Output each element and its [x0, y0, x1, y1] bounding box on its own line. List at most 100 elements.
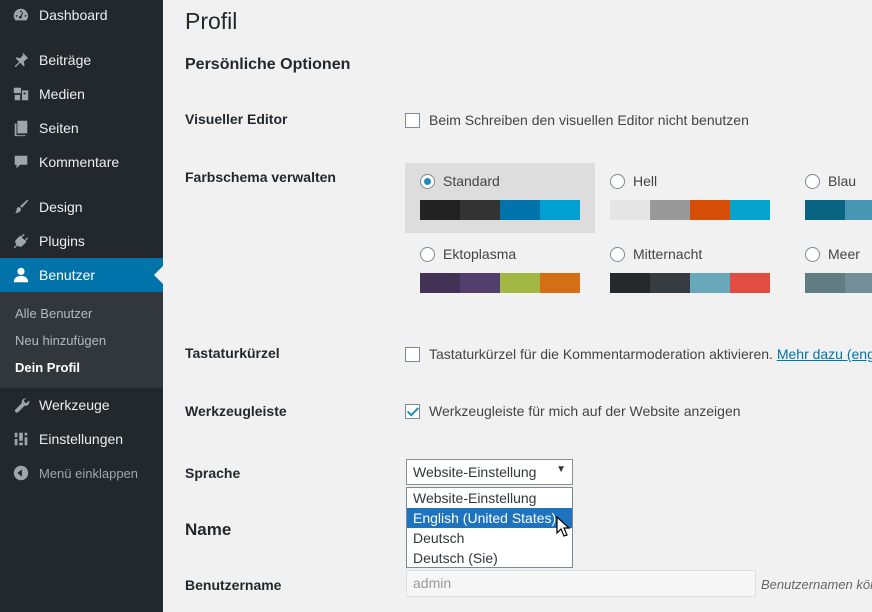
color-scheme-label: Farbschema verwalten [185, 169, 336, 185]
page-title: Profil [185, 8, 238, 34]
menu-item-tools[interactable]: Werkzeuge [0, 388, 163, 422]
plug-icon [11, 231, 31, 251]
color-swatch [845, 200, 872, 220]
user-icon [11, 265, 31, 285]
menu-item-design[interactable]: Design [0, 190, 163, 224]
keyboard-shortcuts-checkbox[interactable] [405, 346, 420, 362]
color-swatch [500, 200, 540, 220]
language-select-value: Website-Einstellung [413, 464, 537, 480]
section-title-personal-options: Persönliche Optionen [185, 56, 351, 73]
collapse-label: Menü einklappen [39, 465, 139, 481]
language-option[interactable]: Website-Einstellung [407, 488, 572, 508]
visual-editor-option[interactable]: Beim Schreiben den visuellen Editor nich… [405, 112, 749, 128]
color-scheme-radio[interactable] [805, 247, 820, 262]
pages-icon [11, 118, 31, 138]
menu-item-dashboard[interactable]: Dashboard [0, 0, 163, 32]
color-swatch [460, 200, 500, 220]
color-scheme-radio[interactable] [805, 174, 820, 189]
color-swatch [730, 273, 770, 293]
menu-item-plugins[interactable]: Plugins [0, 224, 163, 258]
keyboard-shortcuts-checkbox-text: Tastaturkürzel für die Kommentarmoderati… [429, 346, 773, 362]
color-swatch [650, 273, 690, 293]
color-scheme-radio[interactable] [420, 174, 435, 189]
menu-item-pages[interactable]: Seiten [0, 111, 163, 145]
color-swatch [540, 200, 580, 220]
color-swatch [610, 273, 650, 293]
color-swatch [690, 273, 730, 293]
menu-item-posts[interactable]: Beiträge [0, 43, 163, 77]
color-scheme-name: Mitternacht [633, 246, 703, 262]
color-swatch [690, 200, 730, 220]
language-dropdown-list: Website-Einstellung English (United Stat… [406, 487, 573, 568]
color-scheme-swatches [420, 273, 580, 293]
color-scheme-option[interactable]: Blau [790, 163, 872, 233]
language-option[interactable]: Deutsch [407, 528, 572, 548]
visual-editor-checkbox-text: Beim Schreiben den visuellen Editor nich… [429, 112, 749, 128]
toolbar-option[interactable]: Werkzeugleiste für mich auf der Website … [405, 403, 741, 419]
section-title-name: Name [185, 520, 232, 539]
username-field[interactable]: admin [406, 570, 756, 597]
language-label: Sprache [185, 465, 241, 481]
submenu-your-profile[interactable]: Dein Profil [15, 360, 80, 375]
settings-icon [11, 429, 31, 449]
menu-item-users[interactable]: Benutzer [0, 258, 163, 292]
visual-editor-checkbox[interactable] [405, 112, 420, 128]
color-scheme-option[interactable]: Standard [405, 163, 595, 233]
collapse-menu-button[interactable]: Menü einklappen [0, 456, 163, 490]
menu-label: Medien [39, 86, 85, 102]
color-swatch [650, 200, 690, 220]
main-content: Profil Persönliche Optionen Visueller Ed… [163, 0, 872, 612]
color-scheme-radio[interactable] [420, 247, 435, 262]
color-scheme-option[interactable]: Meer [790, 236, 872, 306]
collapse-icon [11, 463, 31, 483]
chevron-down-icon: ▼ [556, 464, 566, 475]
menu-item-media[interactable]: Medien [0, 77, 163, 111]
learn-more-link[interactable]: Mehr dazu (eng [777, 346, 872, 362]
color-scheme-name: Standard [443, 173, 500, 189]
color-scheme-option[interactable]: Ektoplasma [405, 236, 595, 306]
color-swatch [540, 273, 580, 293]
color-scheme-name: Meer [828, 246, 860, 262]
active-menu-arrow [154, 266, 163, 284]
language-option[interactable]: Deutsch (Sie) [407, 548, 572, 568]
language-select[interactable]: Website-Einstellung ▼ [406, 459, 573, 485]
menu-item-comments[interactable]: Kommentare [0, 145, 163, 179]
brush-icon [11, 197, 31, 217]
menu-label: Dashboard [39, 7, 108, 23]
dashboard-icon [11, 5, 31, 25]
keyboard-shortcuts-label: Tastaturkürzel [185, 345, 280, 361]
menu-item-settings[interactable]: Einstellungen [0, 422, 163, 456]
mouse-pointer-icon [556, 516, 571, 537]
color-scheme-swatches [420, 200, 580, 220]
color-swatch [805, 200, 845, 220]
menu-label: Beiträge [39, 52, 92, 68]
admin-sidebar: Dashboard Beiträge Medien Seiten Komment… [0, 0, 163, 612]
color-swatch [730, 200, 770, 220]
color-scheme-name: Ektoplasma [443, 246, 517, 262]
menu-label: Werkzeuge [39, 397, 110, 413]
submenu-add-new[interactable]: Neu hinzufügen [15, 333, 106, 348]
color-scheme-name: Blau [828, 173, 857, 189]
toolbar-checkbox-text: Werkzeugleiste für mich auf der Website … [429, 403, 741, 419]
color-swatch [610, 200, 650, 220]
color-swatch [845, 273, 872, 293]
color-scheme-option[interactable]: Mitternacht [595, 236, 785, 306]
username-label: Benutzername [185, 577, 282, 593]
keyboard-shortcuts-option[interactable]: Tastaturkürzel für die Kommentarmoderati… [405, 346, 872, 362]
color-swatch [500, 273, 540, 293]
color-scheme-radio[interactable] [610, 174, 625, 189]
menu-label: Plugins [39, 233, 85, 249]
language-option-highlighted[interactable]: English (United States) [407, 508, 572, 528]
pin-icon [11, 50, 31, 70]
toolbar-checkbox[interactable] [405, 403, 420, 419]
toolbar-label: Werkzeugleiste [185, 403, 287, 419]
users-submenu: Alle Benutzer Neu hinzufügen Dein Profil [0, 292, 163, 388]
visual-editor-label: Visueller Editor [185, 111, 288, 127]
color-scheme-option[interactable]: Hell [595, 163, 785, 233]
color-scheme-radio[interactable] [610, 247, 625, 262]
color-scheme-swatches [805, 273, 872, 293]
color-swatch [420, 200, 460, 220]
submenu-all-users[interactable]: Alle Benutzer [15, 306, 92, 321]
color-scheme-picker: Standard Hell Blau Ektoplasma Mitternacht Mee… [405, 163, 872, 303]
color-scheme-swatches [610, 200, 770, 220]
